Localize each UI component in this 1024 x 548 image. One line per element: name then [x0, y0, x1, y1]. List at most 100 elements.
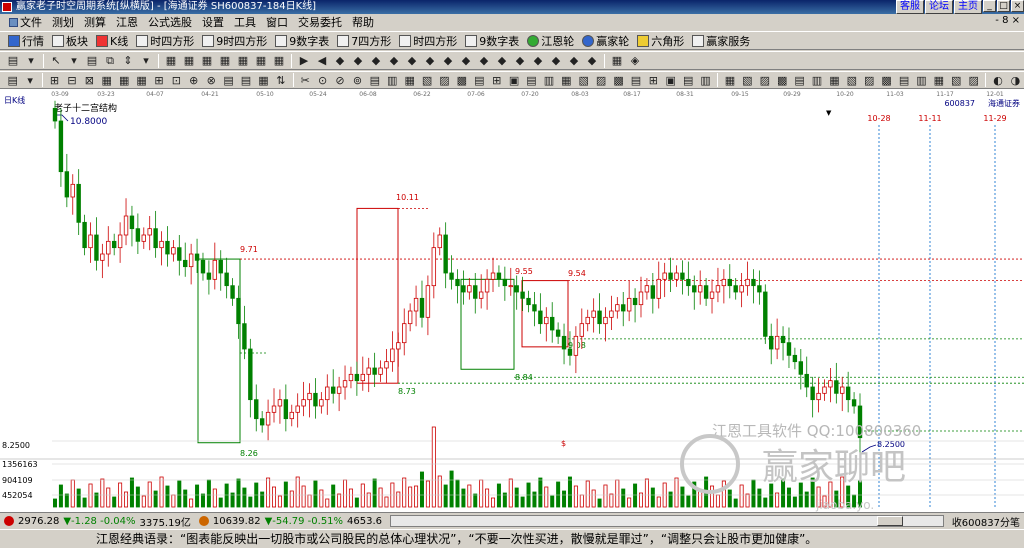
- close-icon[interactable]: ×: [1011, 0, 1024, 12]
- analysis-tool-27-icon[interactable]: ▩: [454, 72, 469, 88]
- quote-button[interactable]: 行情: [4, 32, 48, 49]
- analysis-tool-3-icon[interactable]: ⊞: [47, 72, 62, 88]
- analysis-tool-30-icon[interactable]: ▣: [506, 72, 521, 88]
- analysis-tool-51-icon[interactable]: ▨: [862, 72, 877, 88]
- draw-tool-22-icon[interactable]: ◆: [368, 53, 384, 69]
- draw-tool-1-icon[interactable]: ▾: [23, 53, 39, 69]
- analysis-tool-52-icon[interactable]: ▩: [879, 72, 894, 88]
- draw-tool-11-icon[interactable]: ▦: [181, 53, 197, 69]
- kline-chart[interactable]: 03-09 03-23 04-07 04-21 05-10 05-24 06-08 06-22…: [0, 89, 1024, 512]
- kline-chart-area[interactable]: 03-09 03-23 04-07 04-21 05-10 05-24 06-08 06-22…: [0, 89, 1024, 512]
- maximize-icon[interactable]: □: [997, 0, 1010, 12]
- analysis-tool-16-icon[interactable]: ⇅: [273, 72, 288, 88]
- analysis-tool-34-icon[interactable]: ▧: [576, 72, 591, 88]
- analysis-tool-59-icon[interactable]: ◐: [990, 72, 1005, 88]
- menu-window[interactable]: 窗口: [261, 14, 293, 30]
- sector-button[interactable]: 板块: [48, 32, 92, 49]
- draw-tool-7-icon[interactable]: ⇕: [120, 53, 136, 69]
- analysis-tool-19-icon[interactable]: ⊙: [315, 72, 330, 88]
- draw-tool-6-icon[interactable]: ⧉: [102, 53, 118, 69]
- analysis-tool-36-icon[interactable]: ▩: [611, 72, 626, 88]
- nine-number-table-button-2[interactable]: 9数字表: [461, 32, 523, 49]
- draw-tool-16-icon[interactable]: ▦: [271, 53, 287, 69]
- draw-tool-0-icon[interactable]: ▤: [5, 53, 21, 69]
- kline-button[interactable]: K线: [92, 32, 132, 49]
- draw-tool-18-icon[interactable]: ▶: [296, 53, 312, 69]
- menu-draw[interactable]: 测划: [47, 14, 79, 30]
- analysis-tool-0-icon[interactable]: ▤: [5, 72, 20, 88]
- draw-tool-34-icon[interactable]: ◆: [584, 53, 600, 69]
- analysis-tool-57-icon[interactable]: ▨: [966, 72, 981, 88]
- analysis-tool-15-icon[interactable]: ▦: [256, 72, 271, 88]
- draw-tool-27-icon[interactable]: ◆: [458, 53, 474, 69]
- draw-tool-20-icon[interactable]: ◆: [332, 53, 348, 69]
- homepage-button[interactable]: 主页: [954, 0, 982, 14]
- analysis-tool-54-icon[interactable]: ▥: [914, 72, 929, 88]
- time-square-button-2[interactable]: 时四方形: [395, 32, 461, 49]
- nine-number-table-button[interactable]: 9数字表: [271, 32, 333, 49]
- draw-tool-21-icon[interactable]: ◆: [350, 53, 366, 69]
- analysis-tool-9-icon[interactable]: ⊞: [151, 72, 166, 88]
- analysis-tool-12-icon[interactable]: ⊗: [203, 72, 218, 88]
- draw-tool-5-icon[interactable]: ▤: [84, 53, 100, 69]
- analysis-tool-23-icon[interactable]: ▥: [385, 72, 400, 88]
- gann-wheel-button[interactable]: 江恩轮: [523, 32, 578, 49]
- analysis-tool-38-icon[interactable]: ⊞: [646, 72, 661, 88]
- draw-tool-33-icon[interactable]: ◆: [566, 53, 582, 69]
- draw-tool-10-icon[interactable]: ▦: [163, 53, 179, 69]
- draw-tool-26-icon[interactable]: ◆: [440, 53, 456, 69]
- analysis-tool-24-icon[interactable]: ▦: [402, 72, 417, 88]
- service-button[interactable]: 赢家服务: [688, 32, 754, 49]
- draw-tool-15-icon[interactable]: ▦: [253, 53, 269, 69]
- analysis-tool-50-icon[interactable]: ▧: [844, 72, 859, 88]
- analysis-tool-35-icon[interactable]: ▨: [593, 72, 608, 88]
- analysis-tool-14-icon[interactable]: ▤: [238, 72, 253, 88]
- analysis-tool-6-icon[interactable]: ▦: [99, 72, 114, 88]
- menu-tools[interactable]: 工具: [229, 14, 261, 30]
- analysis-tool-39-icon[interactable]: ▣: [663, 72, 678, 88]
- analysis-tool-1-icon[interactable]: ▾: [22, 72, 37, 88]
- scrollbar-thumb[interactable]: [876, 516, 903, 526]
- draw-tool-32-icon[interactable]: ◆: [548, 53, 564, 69]
- menu-gann[interactable]: 江恩: [111, 14, 143, 30]
- draw-tool-13-icon[interactable]: ▦: [217, 53, 233, 69]
- chart-scrollbar[interactable]: [390, 515, 944, 527]
- analysis-tool-48-icon[interactable]: ▥: [809, 72, 824, 88]
- analysis-tool-7-icon[interactable]: ▦: [116, 72, 131, 88]
- draw-tool-19-icon[interactable]: ◀: [314, 53, 330, 69]
- analysis-tool-33-icon[interactable]: ▦: [559, 72, 574, 88]
- analysis-tool-20-icon[interactable]: ⊘: [332, 72, 347, 88]
- draw-tool-4-icon[interactable]: ▾: [66, 53, 82, 69]
- sh-index-group[interactable]: 2976.28 ▼-1.28 -0.04% 3375.19亿: [0, 514, 195, 529]
- seven-square-button[interactable]: 7四方形: [333, 32, 395, 49]
- time-square-button[interactable]: 时四方形: [132, 32, 198, 49]
- draw-tool-28-icon[interactable]: ◆: [476, 53, 492, 69]
- draw-tool-8-icon[interactable]: ▾: [138, 53, 154, 69]
- analysis-tool-47-icon[interactable]: ▤: [792, 72, 807, 88]
- minimize-icon[interactable]: _: [983, 0, 996, 12]
- menu-file[interactable]: 文件: [4, 14, 47, 30]
- menu-calc[interactable]: 测算: [79, 14, 111, 30]
- draw-tool-24-icon[interactable]: ◆: [404, 53, 420, 69]
- analysis-tool-46-icon[interactable]: ▩: [774, 72, 789, 88]
- draw-tool-30-icon[interactable]: ◆: [512, 53, 528, 69]
- analysis-tool-8-icon[interactable]: ▦: [134, 72, 149, 88]
- customer-service-button[interactable]: 客服: [896, 0, 924, 14]
- menu-trade[interactable]: 交易委托: [293, 14, 347, 30]
- draw-tool-12-icon[interactable]: ▦: [199, 53, 215, 69]
- analysis-tool-10-icon[interactable]: ⊡: [169, 72, 184, 88]
- analysis-tool-26-icon[interactable]: ▨: [437, 72, 452, 88]
- analysis-tool-41-icon[interactable]: ▥: [698, 72, 713, 88]
- draw-tool-14-icon[interactable]: ▦: [235, 53, 251, 69]
- analysis-tool-40-icon[interactable]: ▤: [680, 72, 695, 88]
- hexagon-button[interactable]: 六角形: [633, 32, 688, 49]
- analysis-tool-29-icon[interactable]: ⊞: [489, 72, 504, 88]
- analysis-tool-53-icon[interactable]: ▤: [896, 72, 911, 88]
- analysis-tool-32-icon[interactable]: ▥: [541, 72, 556, 88]
- menu-settings[interactable]: 设置: [197, 14, 229, 30]
- analysis-tool-44-icon[interactable]: ▧: [740, 72, 755, 88]
- analysis-tool-4-icon[interactable]: ⊟: [64, 72, 79, 88]
- nine-time-square-button[interactable]: 9时四方形: [198, 32, 271, 49]
- draw-tool-36-icon[interactable]: ▦: [609, 53, 625, 69]
- analysis-tool-18-icon[interactable]: ✂: [298, 72, 313, 88]
